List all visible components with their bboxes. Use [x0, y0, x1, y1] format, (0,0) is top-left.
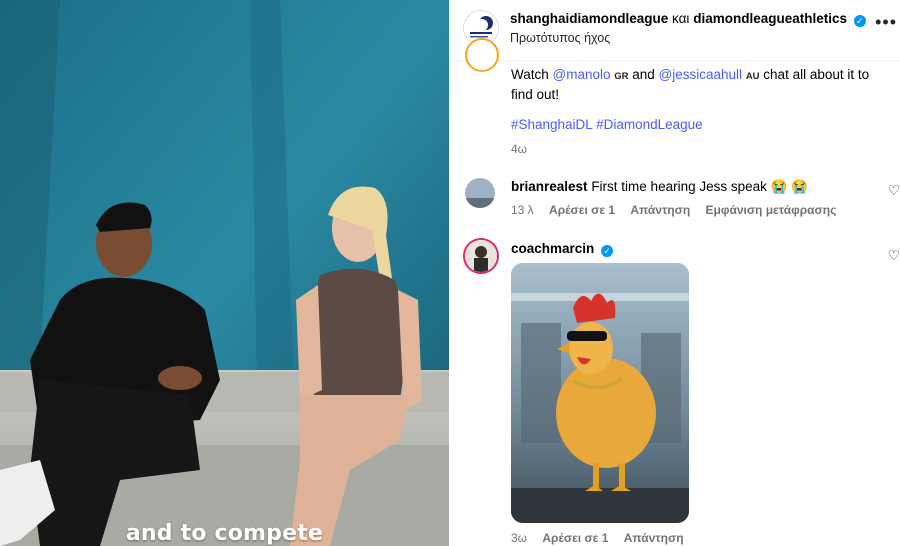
- original-audio-link[interactable]: Πρωτότυπος ήχος: [510, 31, 610, 45]
- caption-text-prefix: Watch: [511, 67, 553, 82]
- account2-link[interactable]: diamondleagueathletics: [693, 11, 847, 26]
- comment-2: coachmarcin ✓: [511, 241, 614, 257]
- comment-2-username[interactable]: coachmarcin: [511, 241, 594, 256]
- post-video[interactable]: and to compete: [0, 0, 449, 546]
- mention-manolo-link[interactable]: @manolo: [553, 67, 611, 82]
- comment-1-text: First time hearing Jess speak 😭 😭: [591, 179, 808, 194]
- comment-1: brianrealest First time hearing Jess spe…: [511, 179, 808, 195]
- comment-1-heart-icon[interactable]: ♡: [887, 182, 900, 199]
- video-frame: [0, 0, 449, 546]
- comment-1-meta: 13 λ Αρέσει σε 1 Απάντηση Εμφάνιση μετάφ…: [511, 203, 848, 217]
- country-tag-gr: GR: [614, 71, 629, 82]
- more-options-icon[interactable]: •••: [875, 12, 897, 33]
- country-tag-au: AU: [745, 71, 760, 82]
- comment-1-reply-button[interactable]: Απάντηση: [630, 203, 690, 217]
- comment-2-meta: 3ω Αρέσει σε 1 Απάντηση: [511, 531, 696, 545]
- account1-link[interactable]: shanghaidiamondleague: [510, 11, 668, 26]
- comments-panel: shanghaidiamondleague και diamondleaguea…: [449, 0, 900, 546]
- header-accounts: shanghaidiamondleague και diamondleaguea…: [510, 11, 866, 27]
- comment-1-username[interactable]: brianrealest: [511, 179, 588, 194]
- caption-and: and: [628, 67, 659, 82]
- caption-author-avatar[interactable]: [465, 38, 499, 72]
- comment-2-age: 3ω: [511, 531, 528, 545]
- post-header: shanghaidiamondleague και diamondleaguea…: [449, 0, 900, 61]
- mention-jessicaahull-link[interactable]: @jessicaahull: [659, 67, 743, 82]
- commenter-avatar[interactable]: [465, 178, 495, 208]
- comment-1-translate-button[interactable]: Εμφάνιση μετάφρασης: [706, 203, 837, 217]
- video-caption: and to compete: [125, 521, 324, 546]
- commenter-2-avatar[interactable]: [463, 238, 499, 274]
- verified-badge-icon: ✓: [601, 245, 614, 257]
- comment-2-heart-icon[interactable]: ♡: [887, 247, 900, 264]
- connector-text: και: [672, 11, 690, 26]
- hashtags-link[interactable]: #ShanghaiDL #DiamondLeague: [511, 117, 703, 132]
- post-caption: Watch @manolo GR and @jessicaahull AU ch…: [511, 66, 891, 104]
- comment-2-gif[interactable]: [511, 263, 689, 523]
- post-age: 4ω: [511, 142, 528, 156]
- comment-1-likes[interactable]: Αρέσει σε 1: [549, 203, 615, 217]
- sky-avatar-icon: [465, 178, 495, 208]
- coach-avatar-icon: [465, 240, 497, 272]
- comment-2-likes[interactable]: Αρέσει σε 1: [542, 531, 608, 545]
- verified-badge-icon: ✓: [853, 15, 866, 27]
- comment-1-age: 13 λ: [511, 203, 534, 217]
- chicken-sunglasses-gif: [511, 263, 689, 523]
- comment-2-reply-button[interactable]: Απάντηση: [624, 531, 684, 545]
